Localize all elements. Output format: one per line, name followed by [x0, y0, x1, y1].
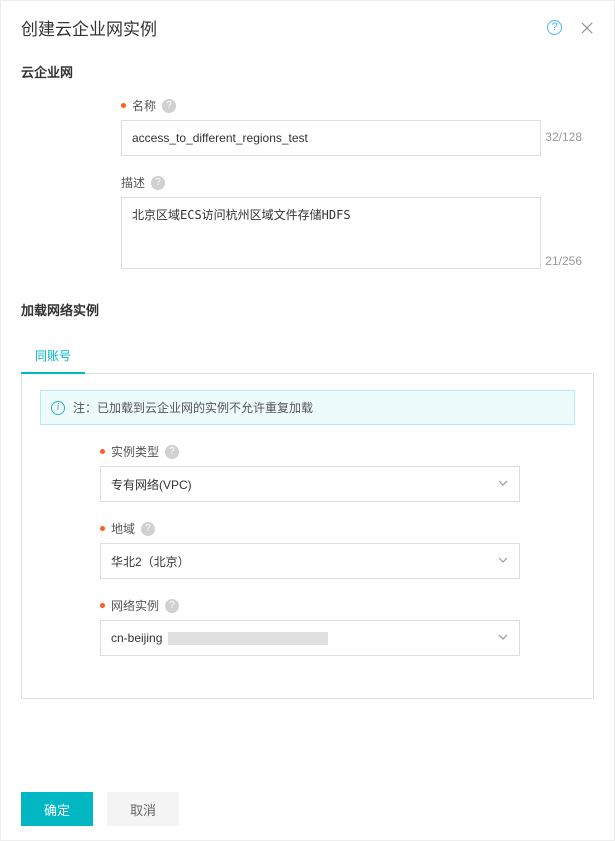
instance-type-label-row: 实例类型 ? [100, 443, 575, 460]
net-instance-label-row: 网络实例 ? [100, 597, 575, 614]
chevron-down-icon [497, 477, 509, 492]
required-dot [100, 526, 105, 531]
info-note-text: 注：已加载到云企业网的实例不允许重复加载 [73, 399, 313, 416]
cancel-button[interactable]: 取消 [107, 792, 179, 826]
info-icon: i [51, 401, 65, 415]
net-instance-field: cn-beijing [100, 620, 575, 656]
dialog-body: 云企业网 名称 ? 32/128 描述 ? 北京区域ECS访问杭州区域文件存储H… [1, 52, 614, 778]
section-load-title: 加载网络实例 [21, 300, 594, 319]
help-icon[interactable]: ? [162, 99, 176, 113]
account-tabs: 同账号 [21, 337, 594, 374]
required-dot [100, 449, 105, 454]
net-instance-select[interactable]: cn-beijing [100, 620, 520, 656]
name-label-row: 名称 ? [121, 97, 594, 114]
instance-type-select[interactable]: 专有网络(VPC) [100, 466, 520, 502]
instance-type-label: 实例类型 [111, 443, 159, 460]
desc-char-counter: 21/256 [545, 254, 582, 268]
required-dot [121, 103, 126, 108]
dialog-title: 创建云企业网实例 [21, 15, 157, 40]
desc-label-row: 描述 ? [121, 174, 594, 191]
close-icon[interactable] [580, 21, 594, 35]
tab-same-account[interactable]: 同账号 [21, 337, 85, 374]
help-icon[interactable]: ? [165, 445, 179, 459]
section-cen-title: 云企业网 [21, 62, 594, 81]
dialog-footer: 确定 取消 [1, 778, 614, 840]
region-value: 华北2（北京） [111, 553, 190, 570]
load-panel: i 注：已加载到云企业网的实例不允许重复加载 实例类型 ? 专有网络(VPC) … [21, 374, 594, 699]
region-field: 华北2（北京） [100, 543, 575, 579]
required-dot [100, 603, 105, 608]
help-icon[interactable]: ? [151, 176, 165, 190]
name-char-counter: 32/128 [545, 130, 582, 144]
help-icon[interactable]: ? [141, 522, 155, 536]
region-select[interactable]: 华北2（北京） [100, 543, 520, 579]
ok-button[interactable]: 确定 [21, 792, 93, 826]
dialog-header: 创建云企业网实例 ? [1, 1, 614, 52]
desc-input[interactable]: 北京区域ECS访问杭州区域文件存储HDFS [121, 197, 541, 269]
instance-type-value: 专有网络(VPC) [111, 476, 192, 493]
chevron-down-icon [497, 554, 509, 569]
name-label: 名称 [132, 97, 156, 114]
net-instance-label: 网络实例 [111, 597, 159, 614]
dialog-header-actions: ? [547, 20, 594, 35]
help-icon[interactable]: ? [547, 20, 562, 35]
net-instance-value-text: cn-beijing [111, 631, 162, 645]
desc-label: 描述 [121, 174, 145, 191]
name-input[interactable] [121, 120, 541, 156]
instance-type-field: 专有网络(VPC) [100, 466, 575, 502]
help-icon[interactable]: ? [165, 599, 179, 613]
chevron-down-icon [497, 631, 509, 646]
info-note: i 注：已加载到云企业网的实例不允许重复加载 [40, 390, 575, 425]
name-field: 32/128 [121, 120, 594, 156]
region-label: 地域 [111, 520, 135, 537]
redacted-segment [168, 632, 328, 645]
net-instance-value: cn-beijing [111, 631, 328, 645]
region-label-row: 地域 ? [100, 520, 575, 537]
desc-field: 北京区域ECS访问杭州区域文件存储HDFS 21/256 [121, 197, 594, 274]
